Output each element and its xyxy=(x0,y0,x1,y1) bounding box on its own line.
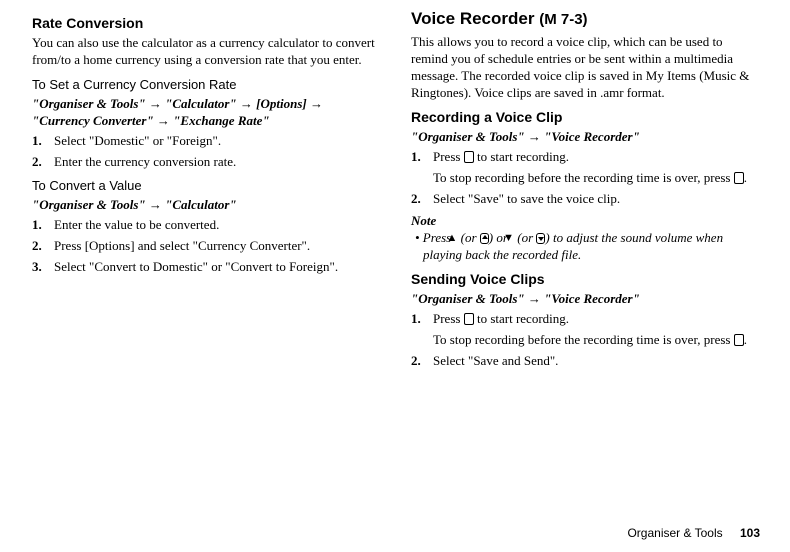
note-label: Note xyxy=(411,213,760,230)
recording-path: "Organiser & Tools" → "Voice Recorder" xyxy=(411,129,760,146)
list-item: 1. Press to start recording. To stop rec… xyxy=(411,149,760,187)
step-number: 3. xyxy=(32,259,54,276)
step-number: 2. xyxy=(32,238,54,255)
list-item: 3.Select "Convert to Domestic" or "Conve… xyxy=(32,259,381,276)
right-column: Voice Recorder (M 7-3) This allows you t… xyxy=(411,8,760,374)
list-item: 1.Select "Domestic" or "Foreign". xyxy=(32,133,381,150)
voice-recorder-title-text: Voice Recorder xyxy=(411,9,534,28)
text-fragment: (or xyxy=(457,230,479,245)
step-text: Enter the value to be converted. xyxy=(54,217,381,234)
text-fragment: (or xyxy=(514,230,536,245)
page: Rate Conversion You can also use the cal… xyxy=(0,0,790,552)
sending-path: "Organiser & Tools" → "Voice Recorder" xyxy=(411,291,760,308)
menu-code: (M 7-3) xyxy=(539,11,587,28)
note-body: • Press ▲ (or ) or ▼ (or ) to adjust the… xyxy=(411,230,760,264)
list-item: 2.Select "Save and Send". xyxy=(411,353,760,370)
step-text: Select "Save and Send". xyxy=(433,353,760,370)
center-key-icon xyxy=(464,151,474,163)
recording-heading: Recording a Voice Clip xyxy=(411,108,760,126)
rate-conversion-intro: You can also use the calculator as a cur… xyxy=(32,35,381,69)
step-number: 1. xyxy=(411,311,433,349)
voice-recorder-heading: Voice Recorder (M 7-3) xyxy=(411,8,760,30)
left-column: Rate Conversion You can also use the cal… xyxy=(32,8,381,374)
step-text: Press to start recording. xyxy=(433,311,760,328)
step-number: 1. xyxy=(411,149,433,187)
voice-recorder-intro: This allows you to record a voice clip, … xyxy=(411,34,760,102)
list-item: 1.Enter the value to be converted. xyxy=(32,217,381,234)
text-fragment: To stop recording before the recording t… xyxy=(433,170,734,185)
list-item: 2.Enter the currency conversion rate. xyxy=(32,154,381,171)
sending-steps: 1. Press to start recording. To stop rec… xyxy=(411,311,760,370)
text-fragment: to start recording. xyxy=(474,149,569,164)
step-number: 2. xyxy=(32,154,54,171)
sending-heading: Sending Voice Clips xyxy=(411,270,760,288)
text-fragment: . xyxy=(744,170,747,185)
convert-value-heading: To Convert a Value xyxy=(32,178,381,195)
rate-conversion-heading: Rate Conversion xyxy=(32,14,381,32)
center-key-icon xyxy=(734,172,744,184)
step-text: Select "Convert to Domestic" or "Convert… xyxy=(54,259,381,276)
set-rate-heading: To Set a Currency Conversion Rate xyxy=(32,77,381,94)
set-rate-path: "Organiser & Tools" → "Calculator" → [Op… xyxy=(32,96,381,130)
step-number: 1. xyxy=(32,217,54,234)
list-item: 1. Press to start recording. To stop rec… xyxy=(411,311,760,349)
convert-value-steps: 1.Enter the value to be converted. 2.Pre… xyxy=(32,217,381,276)
columns: Rate Conversion You can also use the cal… xyxy=(32,8,760,374)
step-text: Press [Options] and select "Currency Con… xyxy=(54,238,381,255)
center-key-icon xyxy=(464,313,474,325)
text-fragment: . xyxy=(744,332,747,347)
side-down-key-icon xyxy=(536,233,545,244)
set-rate-steps: 1.Select "Domestic" or "Foreign". 2.Ente… xyxy=(32,133,381,171)
recording-steps: 1. Press to start recording. To stop rec… xyxy=(411,149,760,208)
convert-value-path: "Organiser & Tools" → "Calculator" xyxy=(32,197,381,214)
step-number: 2. xyxy=(411,191,433,208)
step-text: Select "Save" to save the voice clip. xyxy=(433,191,760,208)
footer-page-number: 103 xyxy=(740,526,760,540)
step-extra-text: To stop recording before the recording t… xyxy=(433,332,760,349)
footer: Organiser & Tools 103 xyxy=(627,526,760,540)
side-up-key-icon xyxy=(480,233,489,244)
list-item: 2.Select "Save" to save the voice clip. xyxy=(411,191,760,208)
step-extra-text: To stop recording before the recording t… xyxy=(433,170,760,187)
text-fragment: Press xyxy=(433,311,464,326)
center-key-icon xyxy=(734,334,744,346)
footer-section: Organiser & Tools xyxy=(627,526,722,540)
step-text: Select "Domestic" or "Foreign". xyxy=(54,133,381,150)
step-number: 1. xyxy=(32,133,54,150)
step-text: Press to start recording. xyxy=(433,149,760,166)
text-fragment: Press xyxy=(433,149,464,164)
step-text: Enter the currency conversion rate. xyxy=(54,154,381,171)
text-fragment: to start recording. xyxy=(474,311,569,326)
step-number: 2. xyxy=(411,353,433,370)
text-fragment: To stop recording before the recording t… xyxy=(433,332,734,347)
list-item: 2.Press [Options] and select "Currency C… xyxy=(32,238,381,255)
